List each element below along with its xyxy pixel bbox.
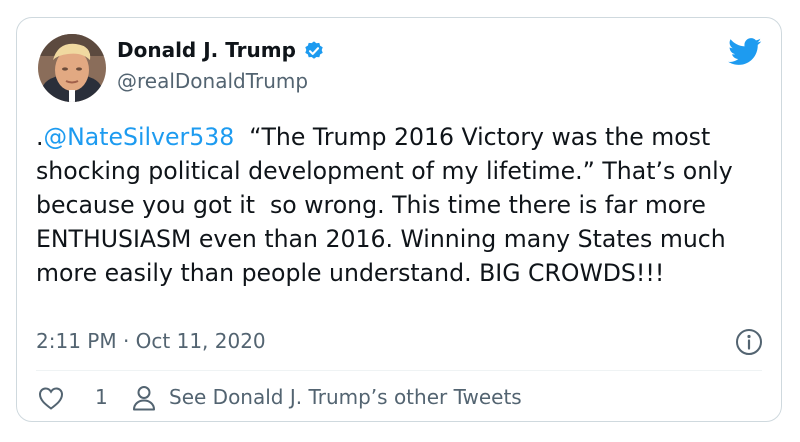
see-other-tweets-link[interactable]: See Donald J. Trump’s other Tweets bbox=[169, 385, 522, 409]
tweet-prefix: . bbox=[36, 123, 44, 151]
author-display-name[interactable]: Donald J. Trump bbox=[117, 38, 296, 62]
avatar[interactable] bbox=[38, 34, 106, 102]
author-handle[interactable]: @realDonaldTrump bbox=[117, 69, 308, 93]
tweet-card: Donald J. Trump @realDonaldTrump .@NateS… bbox=[16, 17, 782, 422]
divider bbox=[36, 370, 762, 371]
like-count[interactable]: 1 bbox=[95, 385, 108, 409]
mention-link[interactable]: @NateSilver538 bbox=[44, 123, 235, 151]
tweet-timestamp[interactable]: 2:11 PM · Oct 11, 2020 bbox=[36, 329, 266, 353]
twitter-bird-icon[interactable] bbox=[728, 38, 762, 66]
heart-icon[interactable] bbox=[37, 385, 65, 411]
tweet-text: .@NateSilver538 “The Trump 2016 Victory … bbox=[36, 120, 771, 290]
info-icon[interactable] bbox=[734, 327, 764, 357]
verified-badge-icon bbox=[305, 41, 323, 59]
person-icon bbox=[133, 386, 155, 411]
